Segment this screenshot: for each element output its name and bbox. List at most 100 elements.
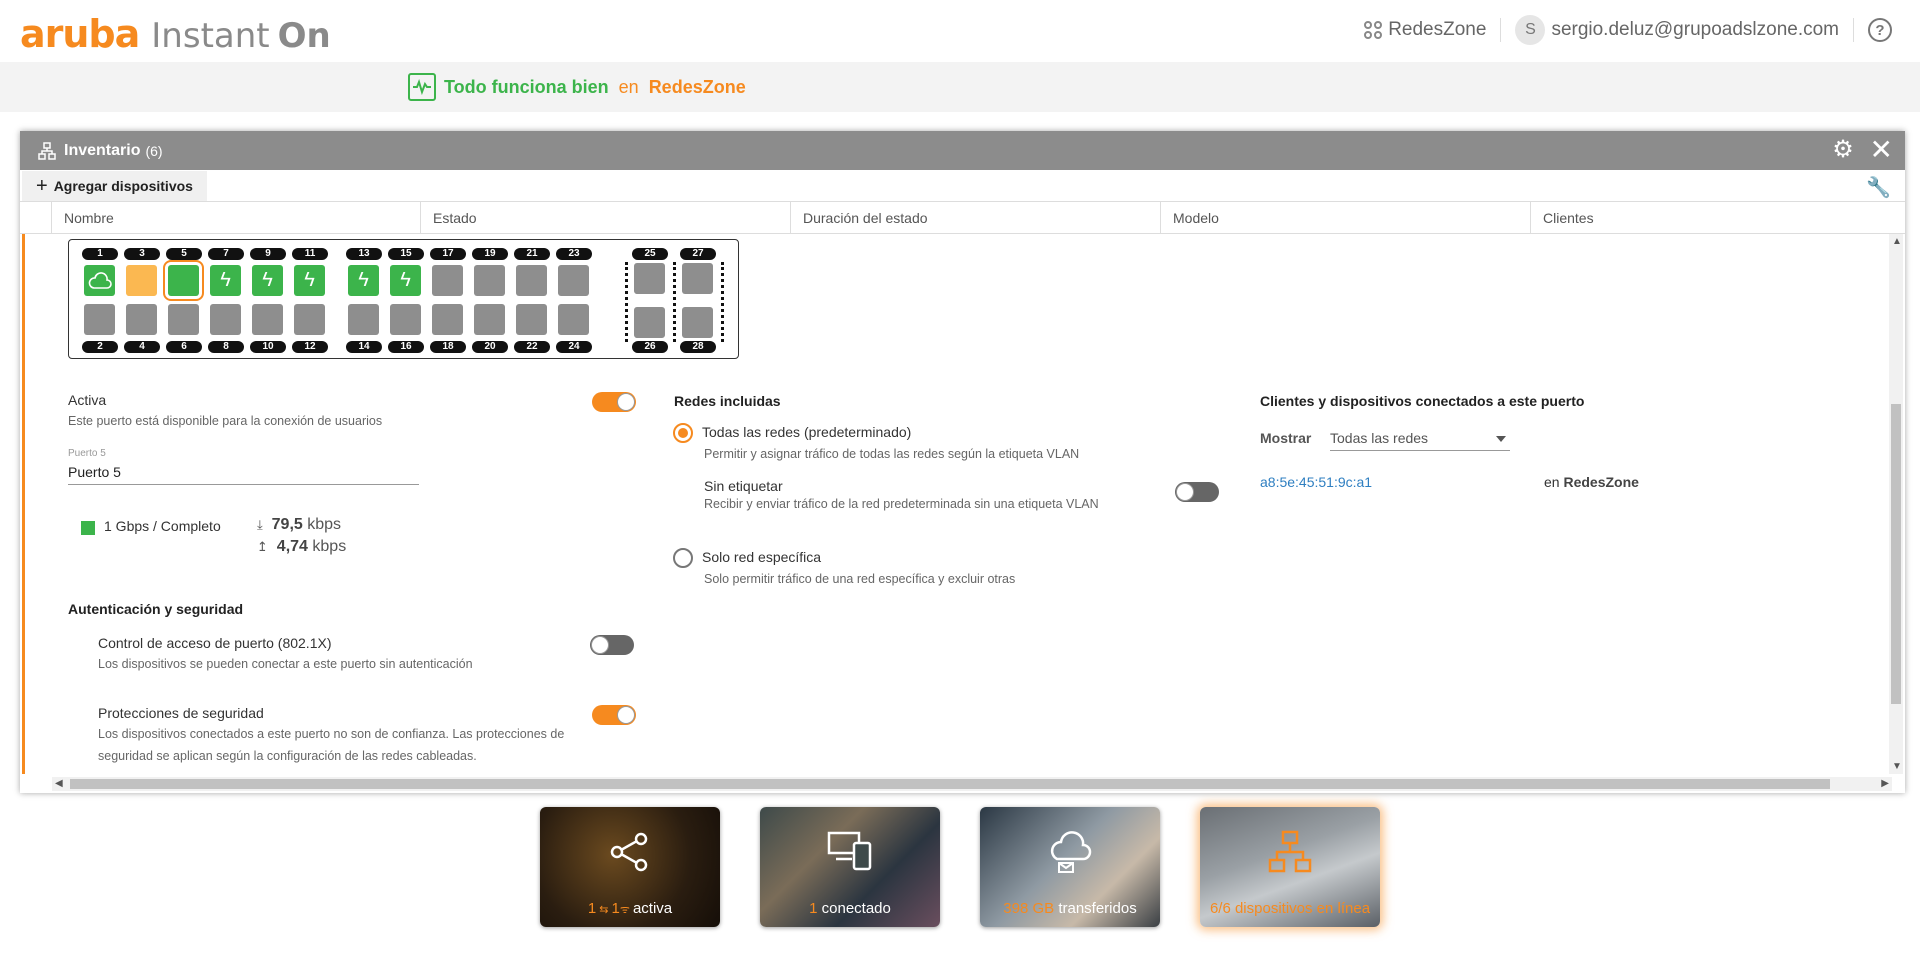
add-devices-label: Agregar dispositivos bbox=[53, 178, 193, 194]
tile-text: transferidos bbox=[1058, 900, 1137, 917]
port-25[interactable] bbox=[634, 263, 665, 294]
scroll-left-icon[interactable]: ◀ bbox=[55, 778, 63, 789]
logo-product: Instant bbox=[151, 16, 270, 56]
divider bbox=[1853, 18, 1854, 42]
port-21[interactable] bbox=[516, 265, 547, 296]
port-27[interactable] bbox=[682, 263, 713, 294]
port-4[interactable] bbox=[126, 304, 157, 335]
port-6[interactable] bbox=[168, 304, 199, 335]
port-20[interactable] bbox=[474, 304, 505, 335]
port-label: 25 bbox=[632, 248, 668, 260]
port-12[interactable] bbox=[294, 304, 325, 335]
security-toggle[interactable] bbox=[592, 705, 636, 725]
port-label: 4 bbox=[124, 341, 160, 353]
user-email[interactable]: sergio.deluz@grupoadslzone.com bbox=[1551, 19, 1839, 41]
port-28[interactable] bbox=[682, 307, 713, 338]
plus-icon: + bbox=[36, 174, 48, 197]
port-10[interactable] bbox=[252, 304, 283, 335]
avatar[interactable]: S bbox=[1515, 15, 1546, 45]
sfp-divider bbox=[625, 262, 628, 342]
port-13[interactable]: ϟ bbox=[348, 265, 379, 296]
column-header-status[interactable]: Estado bbox=[421, 202, 791, 233]
panel-count: (6) bbox=[145, 142, 163, 159]
tile-clients[interactable]: 1 conectado bbox=[760, 807, 940, 927]
client-mac-link[interactable]: a8:5e:45:51:9c:a1 bbox=[1260, 474, 1372, 490]
add-devices-button[interactable]: + Agregar dispositivos bbox=[22, 171, 207, 201]
port-26[interactable] bbox=[634, 307, 665, 338]
active-toggle[interactable] bbox=[592, 392, 636, 412]
gear-icon[interactable]: ⚙ bbox=[1831, 138, 1855, 163]
panel-title: Inventario bbox=[64, 141, 141, 159]
topology-icon bbox=[1200, 829, 1380, 885]
port-label: 21 bbox=[514, 248, 550, 260]
port-18[interactable] bbox=[432, 304, 463, 335]
scroll-thumb[interactable] bbox=[1891, 404, 1901, 704]
tile-networks[interactable]: 1 ⇆ 1ᯤ activa bbox=[540, 807, 720, 927]
port-16[interactable] bbox=[390, 304, 421, 335]
port-label: 19 bbox=[472, 248, 508, 260]
share-network-icon bbox=[540, 829, 720, 885]
wrench-icon[interactable]: 🔧 bbox=[1866, 175, 1891, 200]
tile-count: 1 bbox=[809, 900, 818, 917]
tile-inventory[interactable]: 6/6 dispositivos en línea bbox=[1200, 807, 1380, 927]
port-8[interactable] bbox=[210, 304, 241, 335]
vertical-scrollbar[interactable]: ▲ ▼ bbox=[1889, 234, 1903, 774]
tile-caption: 1 ⇆ 1ᯤ activa bbox=[587, 900, 673, 917]
port-22[interactable] bbox=[516, 304, 547, 335]
scroll-up-icon[interactable]: ▲ bbox=[1892, 236, 1902, 247]
port-9[interactable]: ϟ bbox=[252, 265, 283, 296]
aruba-logo[interactable]: aruba Instant On bbox=[20, 12, 331, 56]
port-23[interactable] bbox=[558, 265, 589, 296]
network-filter-value: Todas las redes bbox=[1330, 430, 1429, 446]
horizontal-scrollbar[interactable]: ◀ ▶ bbox=[52, 777, 1892, 791]
column-header-clients[interactable]: Clientes bbox=[1531, 202, 1877, 233]
logo-brand: aruba bbox=[20, 12, 140, 56]
column-header-name[interactable]: Nombre bbox=[52, 202, 421, 233]
port-19[interactable] bbox=[474, 265, 505, 296]
tile-usage[interactable]: 398 GB transferidos bbox=[980, 807, 1160, 927]
all-networks-radio[interactable] bbox=[673, 423, 693, 443]
untagged-description: Recibir y enviar tráfico de la red prede… bbox=[704, 497, 1099, 511]
tile-caption: 398 GB transferidos bbox=[980, 900, 1160, 917]
port-7[interactable]: ϟ bbox=[210, 265, 241, 296]
column-header-model[interactable]: Modelo bbox=[1161, 202, 1531, 233]
untagged-toggle[interactable] bbox=[1175, 482, 1219, 502]
scroll-thumb[interactable] bbox=[70, 779, 1830, 789]
port-label: 13 bbox=[346, 248, 382, 260]
status-text: Todo funciona bien bbox=[444, 76, 609, 97]
port-2[interactable] bbox=[84, 304, 115, 335]
specific-network-radio[interactable] bbox=[673, 548, 693, 568]
network-filter-select[interactable]: Todas las redes bbox=[1330, 430, 1510, 451]
port-11[interactable]: ϟ bbox=[294, 265, 325, 296]
dot1x-toggle[interactable] bbox=[590, 635, 634, 655]
tile-text: conectado bbox=[821, 900, 891, 917]
divider bbox=[1500, 18, 1502, 42]
column-header-duration[interactable]: Duración del estado bbox=[791, 202, 1161, 233]
upload-arrow-icon: ↥ bbox=[257, 539, 268, 554]
port-5[interactable] bbox=[163, 260, 204, 301]
port-label: 28 bbox=[680, 341, 716, 353]
close-icon[interactable]: ✕ bbox=[1870, 136, 1893, 164]
port-1[interactable] bbox=[84, 265, 115, 296]
network-grid-icon bbox=[1364, 21, 1383, 39]
cloud-icon bbox=[88, 271, 112, 289]
help-icon[interactable]: ? bbox=[1868, 18, 1892, 42]
port-15[interactable]: ϟ bbox=[390, 265, 421, 296]
link-status-indicator bbox=[81, 521, 95, 535]
port-name-input[interactable]: Puerto 5 bbox=[68, 464, 419, 485]
port-label: 23 bbox=[556, 248, 592, 260]
port-label: 2 bbox=[82, 341, 118, 353]
show-label: Mostrar bbox=[1260, 430, 1312, 446]
scroll-down-icon[interactable]: ▼ bbox=[1892, 761, 1902, 772]
port-24[interactable] bbox=[558, 304, 589, 335]
link-speed: 1 Gbps / Completo bbox=[104, 518, 221, 534]
port-14[interactable] bbox=[348, 304, 379, 335]
status-connector: en bbox=[618, 76, 639, 97]
tile-caption: 6/6 dispositivos en línea bbox=[1200, 900, 1380, 917]
status-network-link[interactable]: RedesZone bbox=[649, 77, 746, 98]
port-3[interactable] bbox=[126, 265, 157, 296]
port-17[interactable] bbox=[432, 265, 463, 296]
scroll-right-icon[interactable]: ▶ bbox=[1881, 778, 1889, 789]
network-selector[interactable]: RedesZone bbox=[1388, 19, 1486, 41]
poe-icon: ϟ bbox=[220, 269, 231, 291]
